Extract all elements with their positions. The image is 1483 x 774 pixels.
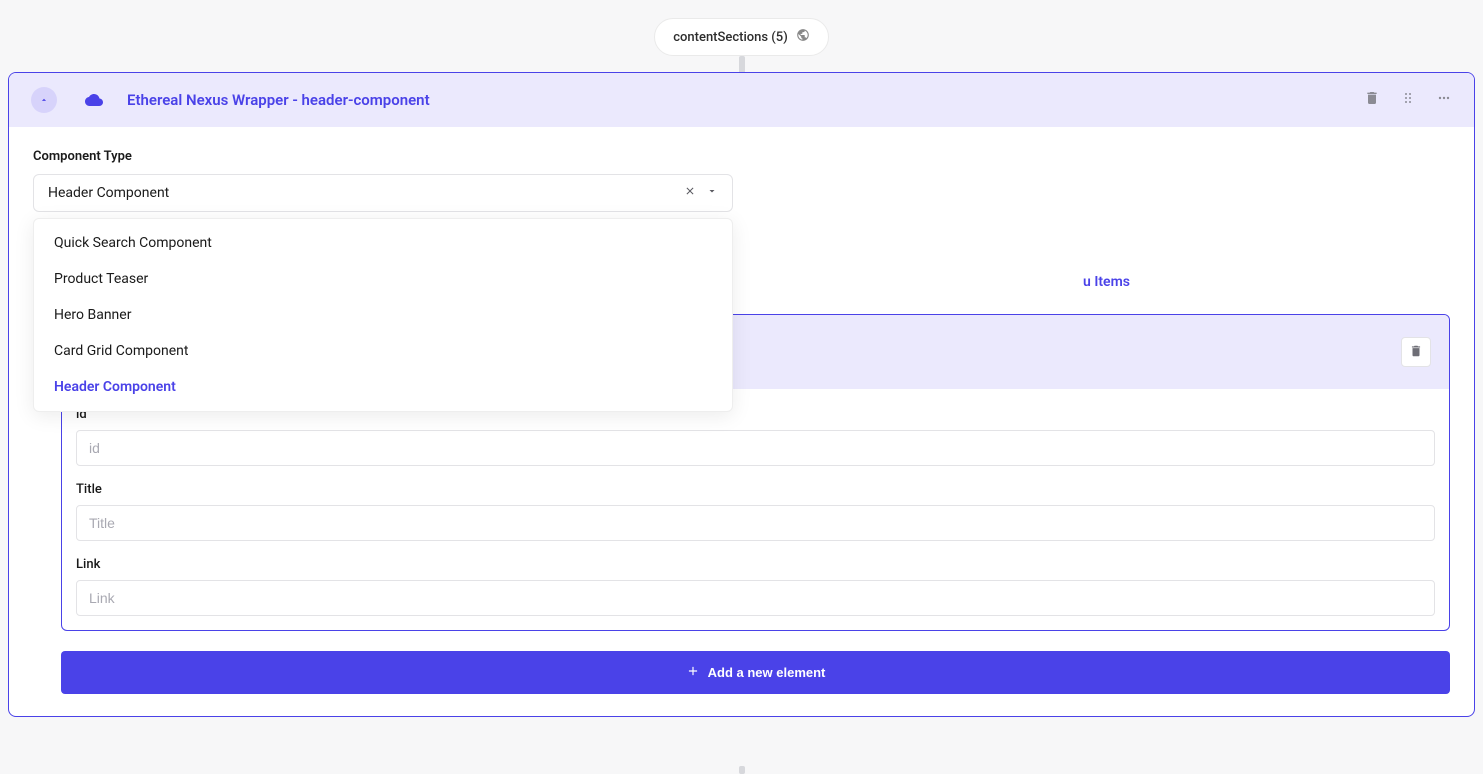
dropdown-option-selected[interactable]: Header Component (34, 369, 732, 405)
collapse-button[interactable] (31, 87, 57, 113)
dropdown-option[interactable]: Quick Search Component (34, 225, 732, 261)
id-field[interactable] (76, 430, 1435, 466)
plus-icon (686, 664, 700, 681)
clear-icon[interactable] (684, 185, 696, 201)
dropdown-option[interactable]: Product Teaser (34, 261, 732, 297)
drag-handle-icon[interactable] (1400, 90, 1416, 110)
caret-down-icon[interactable] (706, 185, 718, 201)
trash-icon (1409, 344, 1423, 361)
add-element-button[interactable]: Add a new element (61, 651, 1450, 694)
caret-up-icon (39, 93, 49, 108)
card-header: Ethereal Nexus Wrapper - header-componen… (9, 73, 1474, 127)
more-icon[interactable] (1436, 90, 1452, 110)
component-type-dropdown: Quick Search Component Product Teaser He… (33, 218, 733, 412)
add-element-label: Add a new element (708, 665, 826, 680)
component-type-value: Header Component (48, 185, 169, 201)
dropdown-option[interactable]: Hero Banner (34, 297, 732, 333)
cloud-icon (85, 91, 103, 109)
component-type-select[interactable]: Header Component (33, 174, 733, 212)
breadcrumb-pill[interactable]: contentSections (5) (654, 18, 829, 56)
dropdown-option[interactable]: Card Grid Component (34, 333, 732, 369)
globe-icon (796, 28, 810, 46)
card-title: Ethereal Nexus Wrapper - header-componen… (127, 91, 430, 109)
connector-line-bottom (739, 766, 745, 774)
component-card: Ethereal Nexus Wrapper - header-componen… (8, 72, 1475, 717)
link-label: Link (76, 557, 1435, 572)
component-type-label: Component Type (33, 149, 1450, 164)
delete-item-button[interactable] (1401, 337, 1431, 367)
title-field[interactable] (76, 505, 1435, 541)
title-label: Title (76, 482, 1435, 497)
link-field[interactable] (76, 580, 1435, 616)
delete-icon[interactable] (1364, 90, 1380, 110)
breadcrumb-label: contentSections (5) (673, 30, 788, 45)
